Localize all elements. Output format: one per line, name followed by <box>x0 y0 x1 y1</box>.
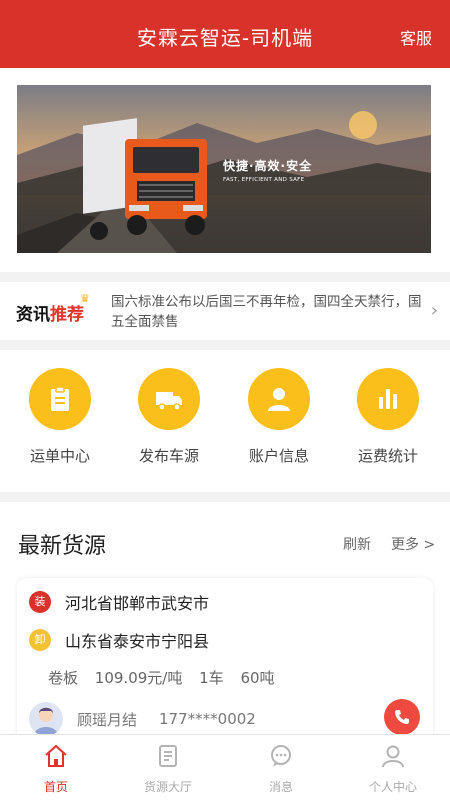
news-ticker[interactable]: 资讯推荐 ♛ 国六标准公布以后国三不再年检，国四全天禁行，国五全面禁售 › <box>0 282 450 340</box>
shipper-contact: 顾瑶月结 177****0002 <box>29 702 256 736</box>
unload-badge: 卸 <box>29 629 51 651</box>
more-button[interactable]: 更多 > <box>391 534 435 554</box>
unload-city: 山东省泰安市宁阳县 <box>65 632 210 651</box>
goods-type: 卷板 <box>48 669 79 687</box>
bar-chart-icon <box>357 368 419 430</box>
truck-icon <box>138 368 200 430</box>
tab-label: 消息 <box>268 780 293 794</box>
load-location: 装 河北省邯郸市武安市 <box>29 590 209 614</box>
tab-messages[interactable]: 消息 <box>225 735 337 800</box>
unload-location: 卸 山东省泰安市宁阳县 <box>29 628 209 652</box>
call-button[interactable] <box>384 699 420 735</box>
banner-slogan-en: FAST, EFFICIENT AND SAFE <box>223 177 305 183</box>
person-icon <box>382 745 404 768</box>
chevron-right-icon[interactable]: › <box>431 300 438 321</box>
news-tag-accent: 推荐 <box>50 305 84 325</box>
app-header: 安霖云智运-司机端 客服 <box>0 0 450 68</box>
message-icon <box>271 745 291 767</box>
quick-action-label: 发布车源 <box>138 447 199 465</box>
refresh-button[interactable]: 刷新 <box>343 534 371 554</box>
user-icon <box>248 368 310 430</box>
quick-action-label: 运费统计 <box>357 447 418 465</box>
quick-actions: 运单中心 发布车源 账户信息 运费统计 <box>0 350 450 492</box>
cargo-weight: 60吨 <box>240 669 275 687</box>
quick-action-label: 账户信息 <box>248 447 309 465</box>
cargo-details: 卷板 109.09元/吨 1车 60吨 <box>48 667 287 688</box>
phone-icon <box>395 710 409 724</box>
crown-icon: ♛ <box>80 292 90 305</box>
list-icon <box>159 745 177 767</box>
page-title: 安霖云智运-司机端 <box>136 26 314 50</box>
tab-label: 首页 <box>43 780 68 794</box>
quick-action-label: 运单中心 <box>29 447 90 465</box>
home-icon <box>45 744 67 767</box>
truck-count: 1车 <box>199 669 224 687</box>
clipboard-icon <box>29 368 91 430</box>
news-headline[interactable]: 国六标准公布以后国三不再年检，国四全天禁行，国五全面禁售 <box>111 292 423 332</box>
quick-action-waybill-center[interactable]: 运单中心 <box>10 368 110 466</box>
quick-action-freight-stats[interactable]: 运费统计 <box>338 368 438 466</box>
load-city: 河北省邯郸市武安市 <box>65 594 210 613</box>
tab-label: 个人中心 <box>368 780 417 794</box>
tab-home[interactable]: 首页 <box>0 735 112 800</box>
bottom-tab-bar: 首页 货源大厅 消息 个人中心 <box>0 734 450 800</box>
section-title: 最新货源 <box>18 534 107 559</box>
tab-label: 货源大厅 <box>143 780 192 794</box>
tab-profile[interactable]: 个人中心 <box>337 735 449 800</box>
freight-price: 109.09元/吨 <box>94 669 183 687</box>
contact-phone: 177****0002 <box>159 710 256 728</box>
cargo-card[interactable]: 装 河北省邯郸市武安市 卸 山东省泰安市宁阳县 卷板 109.09元/吨 1车 … <box>17 578 433 748</box>
tab-cargo-hall[interactable]: 货源大厅 <box>112 735 224 800</box>
banner-image[interactable]: 快捷·高效·安全 FAST, EFFICIENT AND SAFE <box>17 85 431 253</box>
quick-action-account-info[interactable]: 账户信息 <box>229 368 329 466</box>
banner-slogan: 快捷·高效·安全 <box>223 159 313 173</box>
news-tag: 资讯推荐 <box>16 300 84 325</box>
contact-name: 顾瑶月结 <box>77 710 138 729</box>
quick-action-publish-vehicle[interactable]: 发布车源 <box>119 368 219 466</box>
banner-section: 快捷·高效·安全 FAST, EFFICIENT AND SAFE <box>0 68 450 272</box>
customer-service-button[interactable]: 客服 <box>400 25 432 49</box>
load-badge: 装 <box>29 591 51 613</box>
avatar <box>29 702 63 736</box>
news-tag-main: 资讯 <box>16 305 50 325</box>
